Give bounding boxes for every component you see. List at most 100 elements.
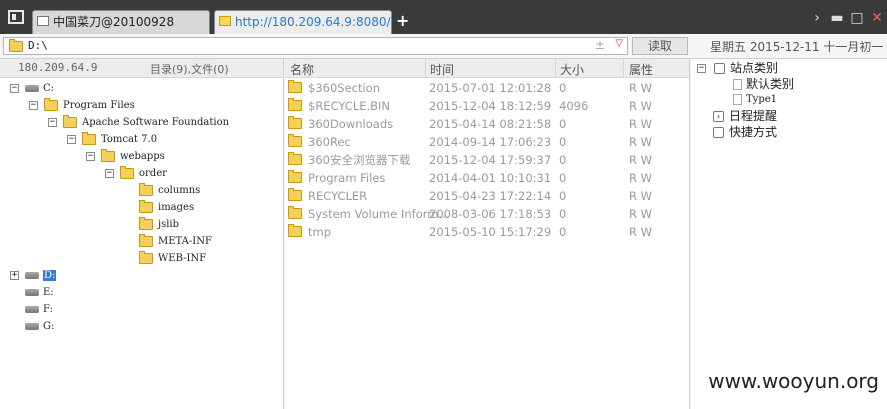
schedule-node[interactable]: › 日程提醒 [713, 108, 777, 124]
file-row[interactable]: 360安全浏览器下载 2015-12-04 17:59:37 0 R W [285, 151, 689, 169]
tree-item-folder[interactable]: images [139, 199, 194, 216]
folder-icon [288, 80, 302, 93]
collapse-icon[interactable]: − [10, 84, 19, 93]
tree-item-drive-g[interactable]: G: [25, 318, 54, 335]
collapse-icon[interactable]: − [86, 152, 95, 161]
tree-item-drive-d[interactable]: + D: [10, 267, 57, 284]
tree-label: images [158, 202, 195, 213]
maximize-button[interactable]: □ [850, 11, 864, 25]
tree-item-folder[interactable]: − Apache Software Foundation [48, 114, 229, 131]
folder-icon [219, 16, 231, 26]
minimize-button[interactable]: ▬ [830, 11, 844, 25]
chevron-right-icon[interactable]: › [810, 11, 824, 25]
file-row[interactable]: $RECYCLE.BIN 2015-12-04 18:12:59 4096 R W [285, 97, 689, 115]
folder-icon [44, 98, 58, 111]
file-time: 2014-04-01 10:10:31 [429, 171, 552, 185]
tree-item-folder[interactable]: jslib [139, 216, 179, 233]
tree-item-folder[interactable]: META-INF [139, 233, 212, 250]
column-header-time[interactable]: 时间 [430, 61, 454, 78]
site-category-type1[interactable]: Type1 [733, 92, 777, 108]
clock-icon: › [713, 111, 724, 122]
tree-label: G: [43, 321, 55, 332]
folder-icon [63, 115, 77, 128]
site-category-default[interactable]: 默认类别 [733, 76, 794, 92]
close-button[interactable]: ✕ [870, 11, 884, 25]
folder-icon [288, 206, 302, 219]
file-attr: R W [629, 153, 653, 167]
file-time: 2015-12-04 18:12:59 [429, 99, 552, 113]
hand-icon [713, 127, 724, 138]
new-tab-button[interactable]: + [396, 12, 409, 30]
tree-item-folder[interactable]: WEB-INF [139, 250, 206, 267]
collapse-icon[interactable]: − [67, 135, 76, 144]
expand-icon[interactable]: + [10, 271, 19, 280]
tab-label: 中国菜刀@20100928 [53, 15, 175, 29]
drive-icon [25, 272, 39, 279]
file-name: 360Rec [308, 135, 351, 149]
file-name: tmp [308, 225, 332, 239]
read-button[interactable]: 读取 [632, 37, 688, 55]
tree-item-folder[interactable]: − Tomcat 7.0 [67, 131, 157, 148]
file-row[interactable]: RECYCLER 2015-04-23 17:22:14 0 R W [285, 187, 689, 205]
path-input[interactable]: D:\ ± ▽ [3, 37, 628, 55]
column-divider[interactable] [425, 59, 426, 77]
file-size: 0 [559, 189, 567, 203]
file-time: 2015-04-14 08:21:58 [429, 117, 552, 131]
file-name: $360Section [308, 81, 380, 95]
side-label: 日程提醒 [729, 109, 778, 123]
collapse-icon[interactable]: − [697, 64, 706, 73]
tab-webshell[interactable]: http://180.209.64.9:8080/ord... [214, 10, 392, 34]
tree-label: META-INF [158, 236, 212, 247]
folder-icon [288, 152, 302, 165]
file-attr: R W [629, 117, 653, 131]
file-row[interactable]: 360Downloads 2015-04-14 08:21:58 0 R W [285, 115, 689, 133]
folder-icon [139, 183, 153, 196]
tree-item-drive-e[interactable]: E: [25, 284, 54, 301]
file-name: $RECYCLE.BIN [308, 99, 391, 113]
column-header-size[interactable]: 大小 [560, 61, 584, 78]
tab-home[interactable]: 中国菜刀@20100928 [32, 10, 210, 34]
collapse-icon[interactable]: − [29, 101, 38, 110]
file-attr: R W [629, 207, 653, 221]
tree-item-folder[interactable]: − Program Files [29, 97, 135, 114]
file-row[interactable]: Program Files 2014-04-01 10:10:31 0 R W [285, 169, 689, 187]
dropdown-arrow-icon[interactable]: ▽ [615, 38, 623, 49]
folder-icon [288, 170, 302, 183]
file-size: 0 [559, 225, 567, 239]
tree-item-drive-f[interactable]: F: [25, 301, 53, 318]
collapse-icon[interactable]: − [105, 169, 114, 178]
tree-item-folder[interactable]: − webapps [86, 148, 165, 165]
folder-icon [288, 188, 302, 201]
tree-item-drive-c[interactable]: − C: [10, 80, 54, 97]
file-name: 360Downloads [308, 117, 394, 131]
file-size: 0 [559, 135, 567, 149]
directory-tree-panel: 180.209.64.9 目录(9),文件(0) − C: − Program Fi… [0, 59, 284, 409]
collapse-icon[interactable]: − [48, 118, 57, 127]
pin-icon[interactable]: ± [595, 38, 605, 52]
site-category-node[interactable]: − 站点类别 [697, 60, 778, 76]
tree-label: webapps [120, 151, 165, 162]
tree-item-folder[interactable]: columns [139, 182, 200, 199]
tree-label: WEB-INF [158, 253, 207, 264]
drive-icon [25, 85, 39, 92]
shortcuts-node[interactable]: 快捷方式 [713, 124, 777, 140]
tab-label: http://180.209.64.9:8080/ord... [235, 15, 391, 29]
column-header-attr[interactable]: 属性 [629, 61, 653, 78]
column-divider[interactable] [623, 59, 624, 77]
column-header-name[interactable]: 名称 [290, 61, 314, 78]
column-divider[interactable] [555, 59, 556, 77]
tree-label: columns [158, 185, 201, 196]
folder-icon [139, 234, 153, 247]
tree-header: 180.209.64.9 目录(9),文件(0) [0, 59, 283, 78]
tree-item-folder[interactable]: − order [105, 165, 167, 182]
folder-icon [139, 217, 153, 230]
file-row[interactable]: 360Rec 2014-09-14 17:06:23 0 R W [285, 133, 689, 151]
file-row[interactable]: $360Section 2015-07-01 12:01:28 0 R W [285, 79, 689, 97]
side-label: 站点类别 [730, 61, 779, 75]
file-time: 2015-04-23 17:22:14 [429, 189, 552, 203]
file-row[interactable]: tmp 2015-05-10 15:17:29 0 R W [285, 223, 689, 241]
app-icon[interactable] [8, 10, 24, 24]
side-label: 默认类别 [746, 77, 795, 91]
file-name: 360安全浏览器下载 [308, 153, 411, 167]
file-row[interactable]: System Volume Inform... 2008-03-06 17:18:… [285, 205, 689, 223]
